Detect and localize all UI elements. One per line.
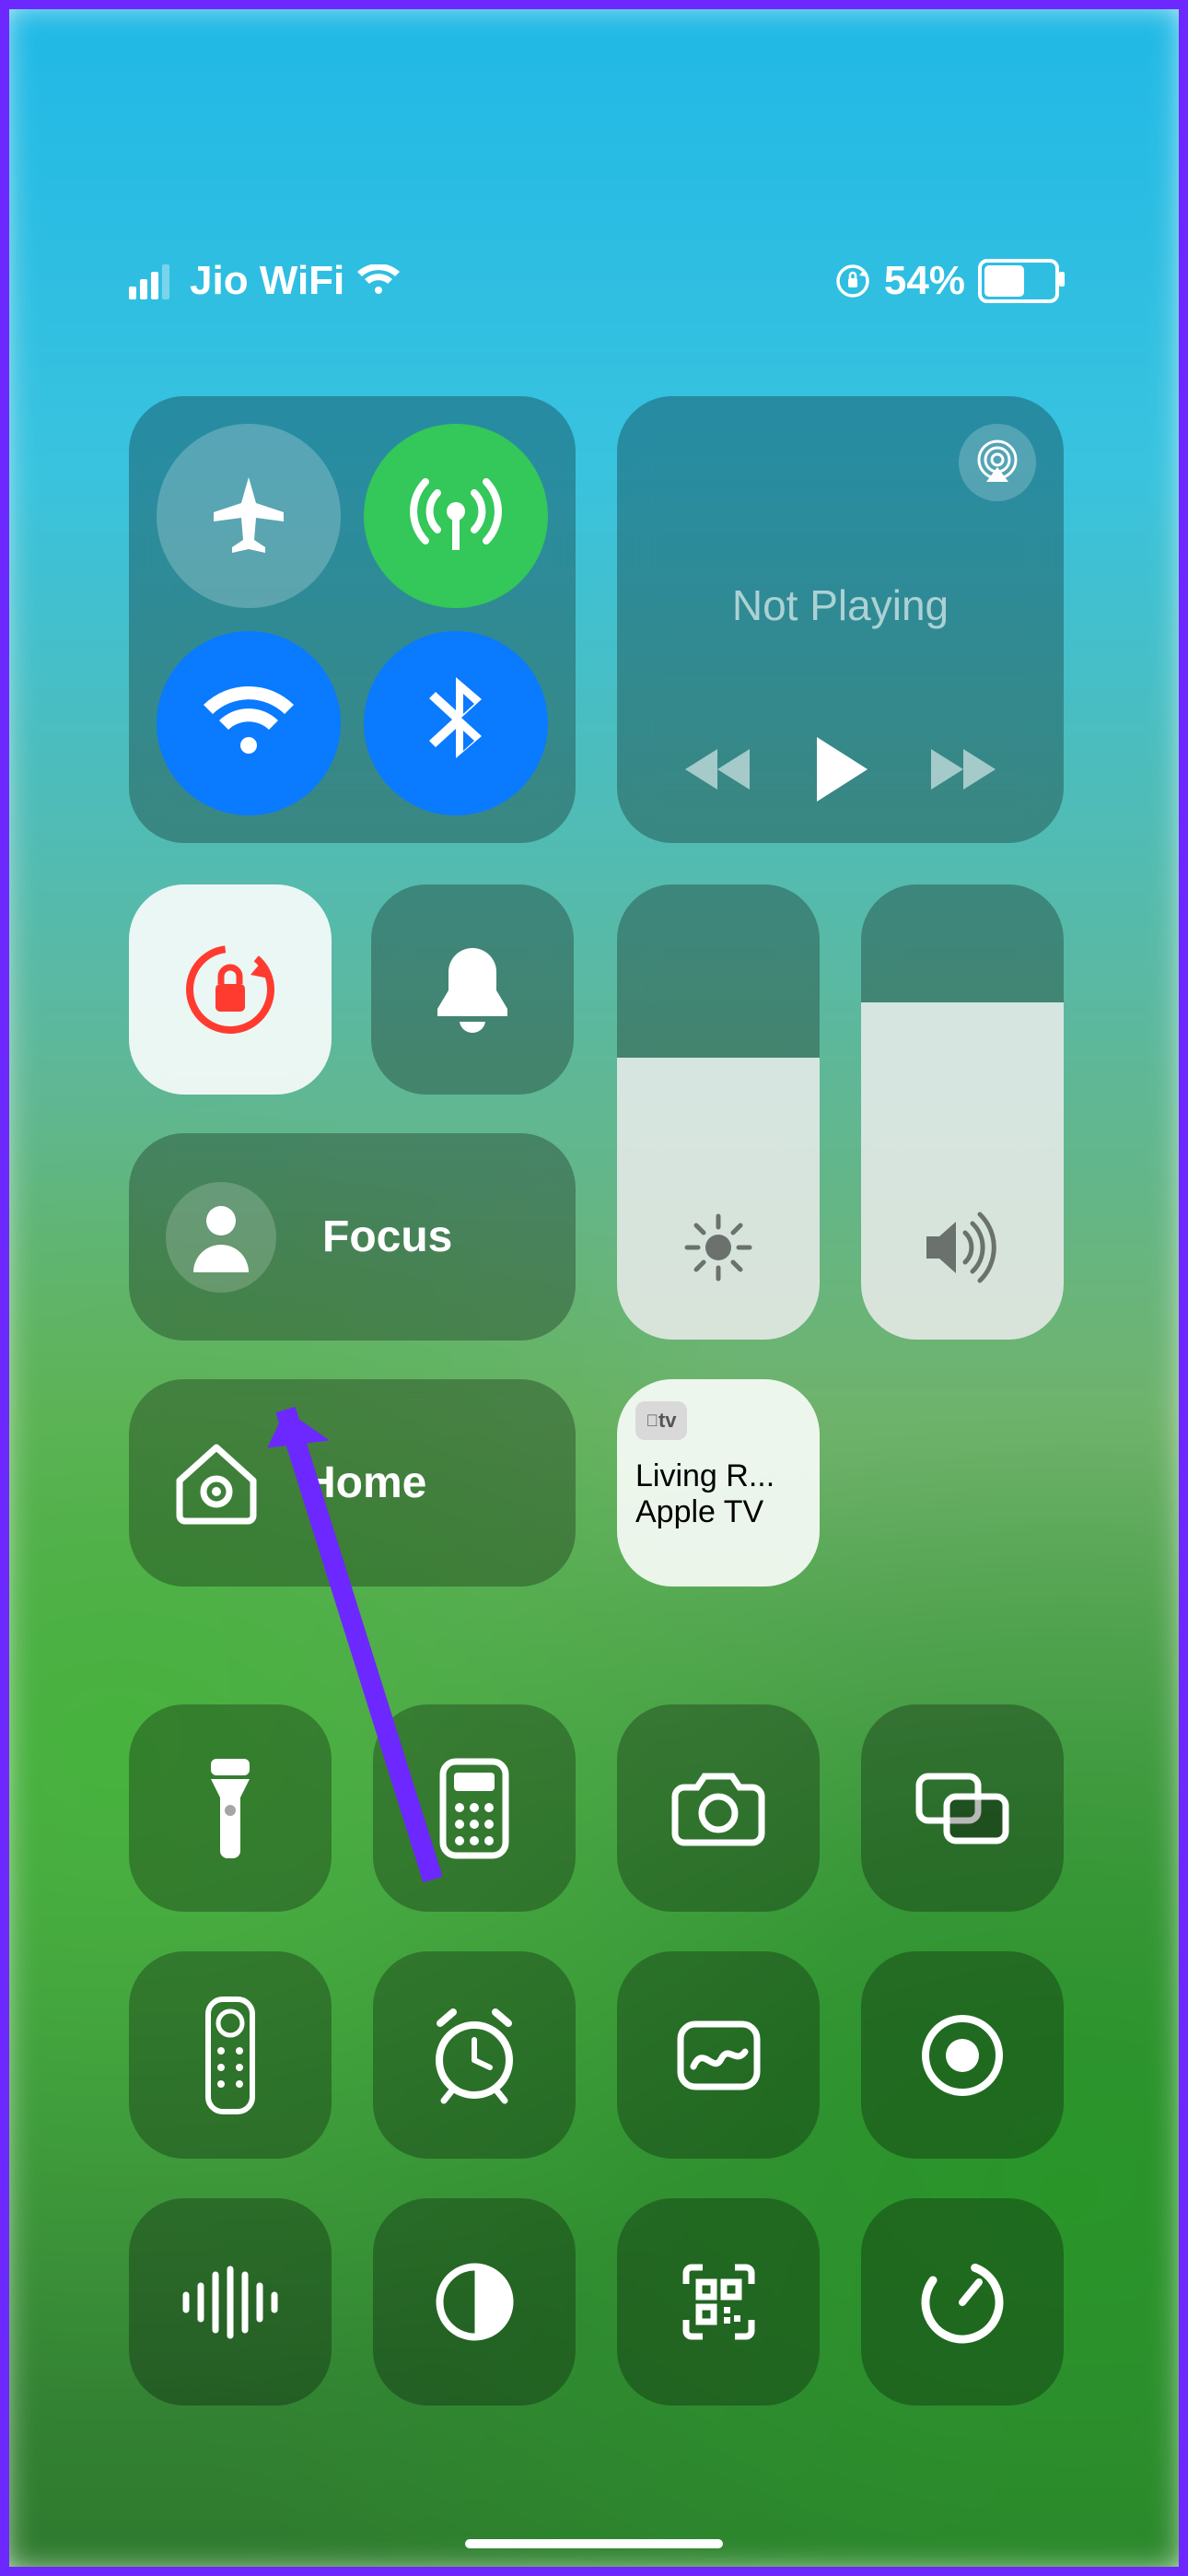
cellular-antenna-icon: [405, 465, 507, 567]
sound-recognition-button[interactable]: [129, 2198, 332, 2406]
wifi-status-icon: [357, 264, 400, 298]
apple-tv-remote-tile[interactable]: tv Living R... Apple TV: [617, 1379, 820, 1587]
home-button[interactable]: Home: [129, 1379, 576, 1587]
apple-tv-badge: tv: [635, 1401, 687, 1440]
home-label: Home: [304, 1458, 426, 1508]
tv-remote-button[interactable]: [129, 1951, 332, 2159]
freeform-icon: [675, 2019, 763, 2092]
dark-mode-icon: [431, 2258, 518, 2346]
fast-forward-icon[interactable]: [926, 742, 1000, 797]
flashlight-button[interactable]: [129, 1704, 332, 1912]
now-playing-label: Not Playing: [617, 580, 1064, 630]
bell-icon: [426, 939, 518, 1040]
calculator-button[interactable]: [373, 1704, 576, 1912]
alarm-clock-icon: [424, 2005, 525, 2106]
silent-mode-button[interactable]: [371, 884, 574, 1095]
brightness-slider[interactable]: [617, 884, 820, 1340]
home-icon: [166, 1434, 267, 1527]
screen-record-button[interactable]: [861, 1951, 1064, 2159]
sound-wave-icon: [175, 2266, 285, 2339]
volume-slider[interactable]: [861, 884, 1064, 1340]
focus-button[interactable]: Focus: [129, 1133, 576, 1341]
battery-percent-label: 54%: [884, 258, 965, 304]
freeform-button[interactable]: [617, 1951, 820, 2159]
timer-icon: [916, 2256, 1008, 2348]
flashlight-icon: [198, 1753, 262, 1864]
camera-icon: [668, 1767, 769, 1850]
rewind-icon[interactable]: [681, 742, 754, 797]
cellular-data-button[interactable]: [364, 424, 548, 608]
brightness-icon: [681, 1211, 755, 1284]
qr-scanner-button[interactable]: [617, 2198, 820, 2406]
status-bar: Jio WiFi 54%: [0, 249, 1188, 313]
person-icon: [189, 1200, 253, 1274]
qr-code-icon: [675, 2258, 763, 2346]
airplane-mode-button[interactable]: [157, 424, 341, 608]
home-indicator[interactable]: [465, 2539, 723, 2548]
volume-icon: [921, 1211, 1004, 1284]
calculator-icon: [437, 1758, 511, 1859]
focus-mode-icon-container: [166, 1182, 276, 1293]
airplane-icon: [203, 470, 295, 562]
focus-label: Focus: [322, 1212, 452, 1262]
orientation-lock-status-icon: [834, 263, 871, 299]
camera-button[interactable]: [617, 1704, 820, 1912]
cellular-signal-icon: [129, 263, 177, 299]
carrier-label: Jio WiFi: [190, 258, 344, 304]
alarm-button[interactable]: [373, 1951, 576, 2159]
screen-mirroring-icon: [912, 1769, 1013, 1847]
timer-button[interactable]: [861, 2198, 1064, 2406]
play-icon[interactable]: [808, 732, 872, 806]
connectivity-group[interactable]: [129, 396, 576, 843]
bluetooth-button[interactable]: [364, 631, 548, 815]
screen-mirroring-button[interactable]: [861, 1704, 1064, 1912]
dark-mode-button[interactable]: [373, 2198, 576, 2406]
wifi-icon: [198, 682, 299, 765]
airplay-icon: [974, 439, 1020, 486]
bluetooth-icon: [424, 673, 488, 774]
screen-record-icon: [916, 2009, 1008, 2102]
battery-icon: [978, 259, 1059, 303]
apple-tv-line2: Apple TV: [635, 1494, 801, 1530]
airplay-button[interactable]: [959, 424, 1036, 501]
tv-remote-icon: [203, 1996, 258, 2115]
orientation-lock-button[interactable]: [129, 884, 332, 1095]
now-playing-tile[interactable]: Not Playing: [617, 396, 1064, 843]
orientation-lock-icon: [175, 934, 285, 1045]
wifi-button[interactable]: [157, 631, 341, 815]
apple-tv-line1: Living R...: [635, 1458, 801, 1494]
